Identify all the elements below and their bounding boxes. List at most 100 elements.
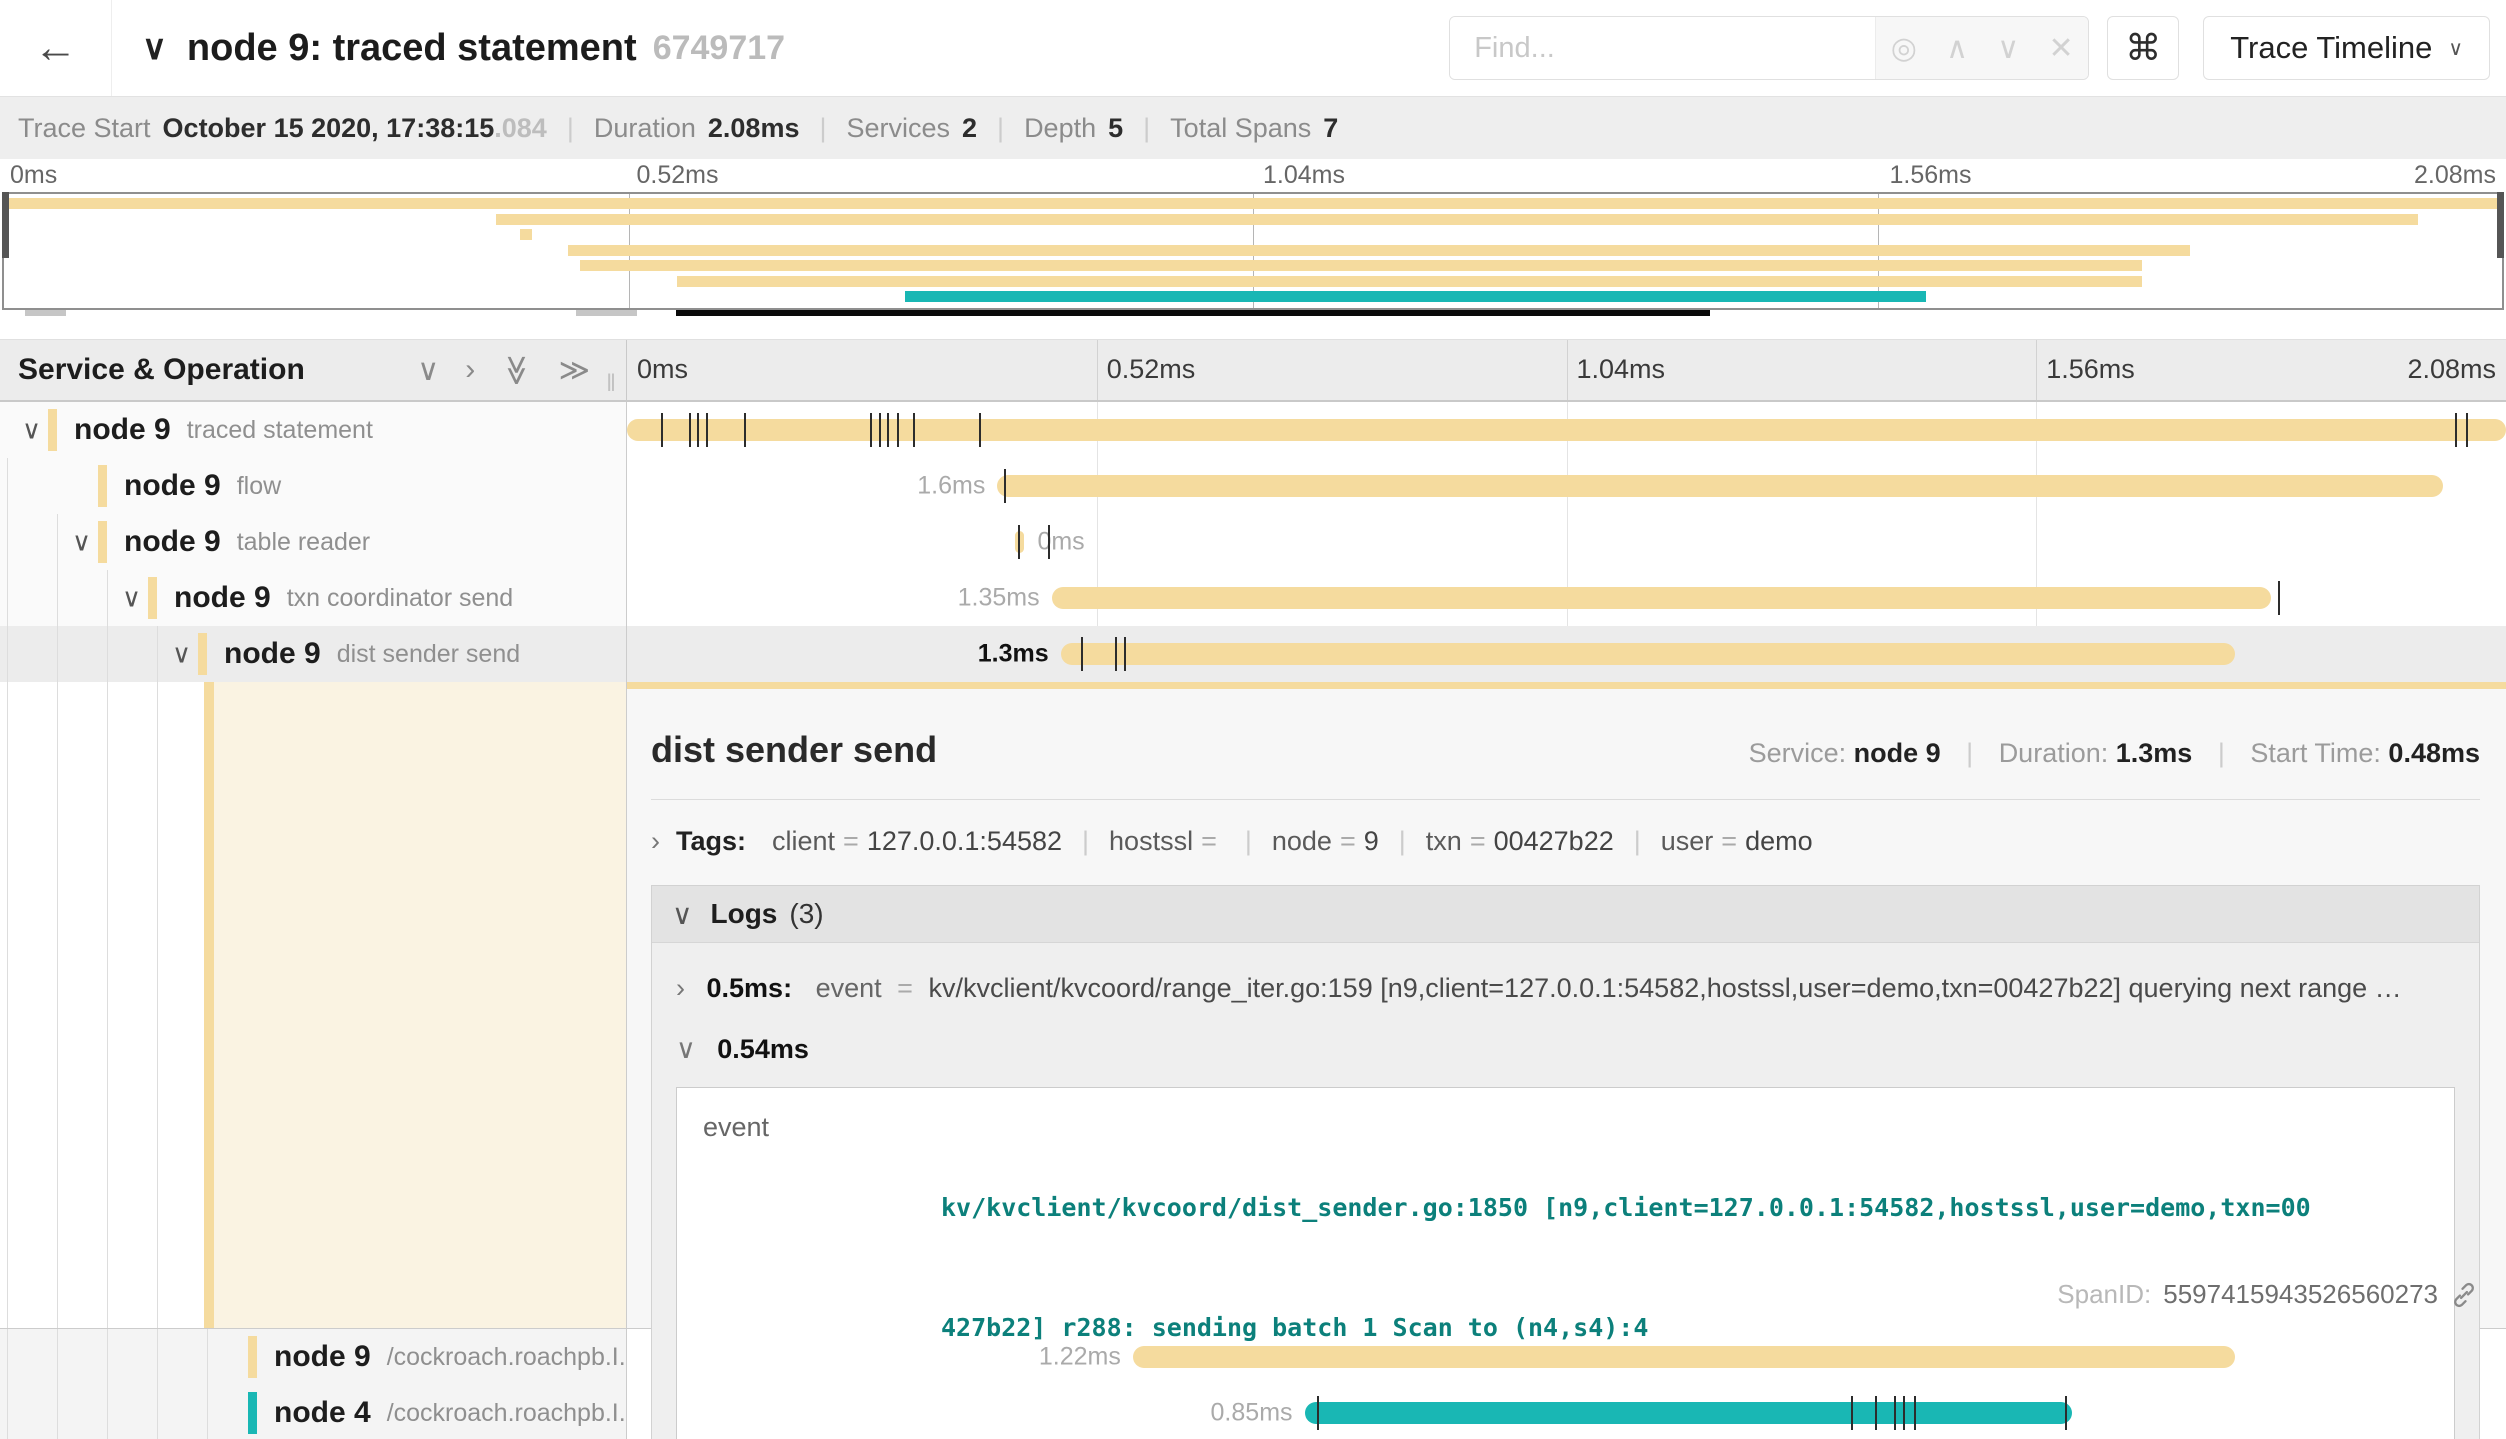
span-row-name-cell[interactable]: node 4/cockroach.roachpb.I...	[0, 1385, 627, 1439]
minimap-span-bar[interactable]	[4, 198, 2502, 209]
tags-row[interactable]: › Tags: client=127.0.0.1:54582|hostssl=|…	[651, 826, 2480, 857]
minimap-viewport-handle-left[interactable]	[2, 192, 9, 258]
span-expander-chevron-icon[interactable]: ∨	[72, 527, 91, 558]
span-row[interactable]: ∨node 9traced statement	[0, 402, 2506, 458]
keyboard-shortcuts-button[interactable]: ⌘	[2107, 16, 2179, 80]
span-color-bar	[148, 577, 157, 619]
find-box: ◎ ∧ ∨ ✕	[1449, 16, 2089, 80]
span-row[interactable]: node 4/cockroach.roachpb.I...0.85ms	[0, 1385, 2506, 1439]
log-expand-chevron-icon[interactable]: ›	[676, 973, 685, 1003]
event-value-line-1: kv/kvclient/kvcoord/dist_sender.go:1850 …	[941, 1188, 2311, 1228]
minimap-scroll-piece[interactable]	[25, 310, 66, 316]
tag-key: user	[1661, 826, 1714, 856]
span-row-name-cell[interactable]: node 9/cockroach.roachpb.I...	[0, 1329, 627, 1385]
service-operation-title: Service & Operation	[18, 353, 305, 387]
detail-section: dist sender send Service: node 9 | Durat…	[0, 682, 2506, 1329]
span-duration-bar[interactable]	[627, 419, 2506, 441]
span-duration-bar[interactable]	[1133, 1346, 2235, 1368]
span-row-name-cell[interactable]: ∨node 9txn coordinator send	[0, 570, 627, 626]
minimap-span-bar[interactable]	[568, 245, 2189, 256]
span-row-name-cell[interactable]: ∨node 9dist sender send	[0, 626, 627, 682]
timeline-minimap[interactable]: 0ms0.52ms1.04ms1.56ms2.08ms	[0, 159, 2506, 316]
tree-depth-guide	[7, 682, 8, 1328]
trace-summary-bar: Trace StartOctober 15 2020, 17:38:15.084…	[0, 97, 2506, 159]
axis-tick-label: 1.56ms	[1890, 161, 1972, 190]
expand-all-icon[interactable]: ≫	[559, 353, 590, 388]
span-row[interactable]: node 9/cockroach.roachpb.I...1.22ms	[0, 1329, 2506, 1385]
span-service-name: node 9	[124, 469, 221, 503]
span-duration-bar[interactable]	[1061, 643, 2235, 665]
log-marker-tick	[887, 413, 889, 447]
duration-value: 1.3ms	[2116, 738, 2193, 768]
span-color-bar	[248, 1392, 257, 1434]
span-expander-chevron-icon[interactable]: ∨	[172, 639, 191, 670]
logs-header[interactable]: ∨ Logs (3)	[652, 886, 2479, 943]
log-marker-tick	[1851, 1396, 1853, 1430]
span-expander-chevron-icon[interactable]: ∨	[122, 583, 141, 614]
clear-find-icon[interactable]: ✕	[2048, 31, 2073, 66]
view-selector-button[interactable]: Trace Timeline ∨	[2203, 16, 2490, 80]
log-marker-tick	[1317, 1396, 1319, 1430]
span-duration-bar[interactable]	[997, 475, 2442, 497]
span-row-timeline-cell[interactable]: 1.6ms	[627, 458, 2506, 514]
span-row[interactable]: node 9flow1.6ms	[0, 458, 2506, 514]
log-marker-tick	[1903, 1396, 1905, 1430]
minimap-span-bar[interactable]	[905, 291, 1926, 302]
minimap-span-bar[interactable]	[677, 276, 2142, 287]
tags-expand-chevron-icon[interactable]: ›	[651, 826, 660, 857]
span-row[interactable]: ∨node 9dist sender send1.3ms	[0, 626, 2506, 682]
minimap-span-bar[interactable]	[580, 260, 2141, 271]
span-row-timeline-cell[interactable]: 1.22ms	[627, 1329, 2506, 1385]
expand-one-icon[interactable]: ›	[465, 353, 475, 388]
tag-value: 9	[1364, 826, 1379, 856]
collapse-all-icon[interactable]: ≫	[499, 354, 534, 385]
span-row-name-cell[interactable]: ∨node 9traced statement	[0, 402, 627, 458]
span-expander-chevron-icon[interactable]: ∨	[22, 415, 41, 446]
span-row[interactable]: ∨node 9txn coordinator send1.35ms	[0, 570, 2506, 626]
span-duration-bar[interactable]	[1305, 1402, 2073, 1424]
log-equals: =	[897, 973, 913, 1003]
collapse-one-icon[interactable]: ∨	[417, 353, 439, 388]
minimap-span-bar[interactable]	[496, 214, 2418, 225]
chevron-down-icon: ∨	[2448, 36, 2463, 61]
tag-value: 127.0.0.1:54582	[867, 826, 1062, 856]
log-collapse-chevron-icon[interactable]: ∨	[676, 1034, 696, 1064]
top-bar: ← ∨ node 9: traced statement 6749717 ◎ ∧…	[0, 0, 2506, 97]
axis-gridline	[2036, 340, 2037, 400]
collapse-trace-chevron-icon[interactable]: ∨	[142, 28, 167, 68]
tree-depth-guide	[157, 1329, 158, 1439]
minimap-scroll-piece[interactable]	[576, 310, 637, 316]
axis-tick-label: 0ms	[10, 161, 57, 190]
back-button[interactable]: ←	[0, 0, 112, 96]
logs-collapse-chevron-icon[interactable]: ∨	[672, 898, 693, 931]
span-row-timeline-cell[interactable]	[627, 402, 2506, 458]
log-marker-tick	[913, 413, 915, 447]
log-marker-tick	[661, 413, 663, 447]
tree-depth-guide	[107, 682, 108, 1328]
minimap-canvas[interactable]	[2, 192, 2504, 310]
log-entry-1[interactable]: › 0.5ms: event = kv/kvclient/kvcoord/ran…	[652, 943, 2479, 1004]
span-row-timeline-cell[interactable]: 1.3ms	[627, 626, 2506, 682]
span-row-timeline-cell[interactable]: 0ms	[627, 514, 2506, 570]
next-match-icon[interactable]: ∨	[1997, 31, 2019, 66]
minimap-viewport-handle-right[interactable]	[2497, 192, 2504, 258]
span-row-name-cell[interactable]: ∨node 9table reader	[0, 514, 627, 570]
copy-link-icon[interactable]	[2450, 1281, 2478, 1309]
detail-header: dist sender send Service: node 9 | Durat…	[651, 729, 2480, 771]
span-row-name-cell[interactable]: node 9flow	[0, 458, 627, 514]
log-entry-2-header[interactable]: ∨ 0.54ms	[652, 1004, 2479, 1065]
minimap-span-bar[interactable]	[520, 229, 532, 240]
axis-tick-label: 1.04ms	[1577, 354, 1666, 385]
match-highlight-icon[interactable]: ◎	[1891, 31, 1917, 66]
minimap-scroll-thumb[interactable]	[676, 310, 1710, 316]
span-row-timeline-cell[interactable]: 0.85ms	[627, 1385, 2506, 1439]
trace-timeline-view: ← ∨ node 9: traced statement 6749717 ◎ ∧…	[0, 0, 2506, 1439]
span-row-timeline-cell[interactable]: 1.35ms	[627, 570, 2506, 626]
summary-item-value: 2.08ms	[708, 113, 800, 144]
find-input[interactable]	[1450, 17, 1875, 79]
detail-top-color-strip	[627, 682, 2506, 689]
span-duration-bar[interactable]	[1052, 587, 2272, 609]
span-row[interactable]: ∨node 9table reader0ms	[0, 514, 2506, 570]
prev-match-icon[interactable]: ∧	[1946, 31, 1968, 66]
column-resize-handle[interactable]: ‖	[606, 370, 616, 398]
